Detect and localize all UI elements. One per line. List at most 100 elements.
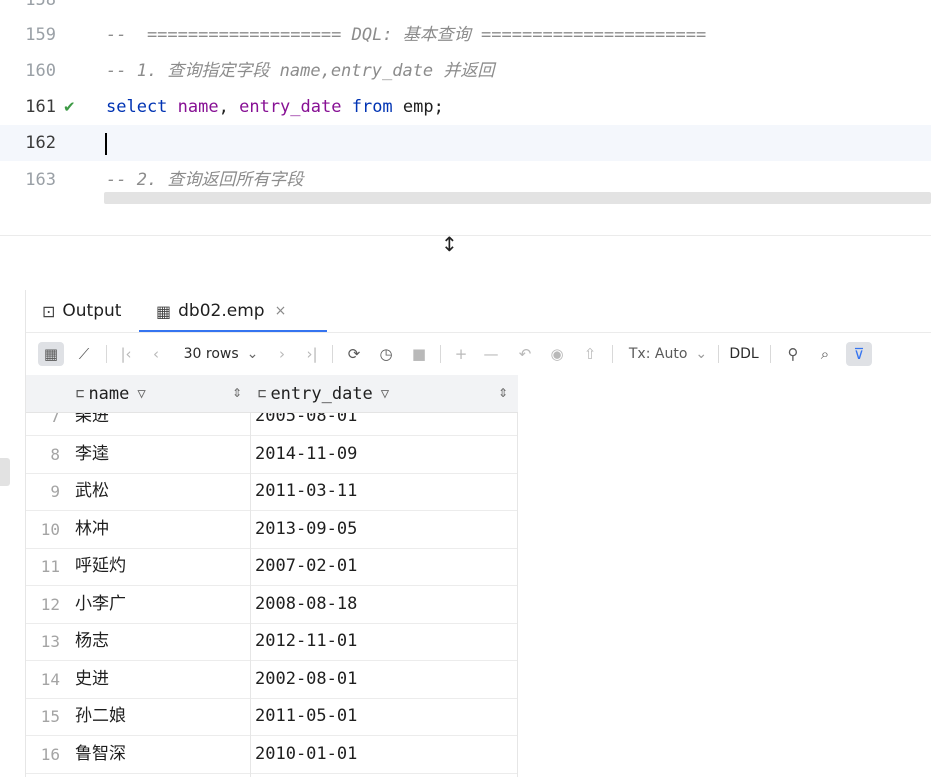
cell-entry-date[interactable]: 2010-01-01: [255, 736, 357, 773]
column-label: name: [88, 383, 130, 404]
first-page-icon[interactable]: |‹: [116, 342, 136, 366]
table-row[interactable]: 8 李逵 2014-11-09: [26, 436, 518, 474]
row-number: 15: [40, 707, 60, 726]
cell-name[interactable]: 孙二娘: [75, 698, 126, 735]
editor-line: 158: [0, 0, 931, 18]
sql-keyword: from: [351, 97, 393, 117]
delete-row-icon[interactable]: —: [480, 342, 502, 366]
cell-name[interactable]: 武松: [75, 473, 109, 510]
table-row[interactable]: 15 孙二娘 2011-05-01: [26, 698, 518, 736]
filter-icon[interactable]: ▽: [137, 386, 145, 402]
table-view-icon[interactable]: ▦: [38, 342, 64, 366]
previous-page-icon[interactable]: ‹: [146, 342, 166, 366]
editor-line-current[interactable]: 162: [0, 125, 931, 161]
cell-entry-date[interactable]: 2002-08-01: [255, 661, 357, 698]
cell-name[interactable]: 李逵: [75, 436, 109, 473]
sql-editor[interactable]: 158 159 -- =================== DQL: 基本查询…: [0, 0, 931, 236]
table-row[interactable]: 13 杨志 2012-11-01: [26, 623, 518, 661]
sql-keyword: select: [106, 97, 168, 117]
toolbar-separator: [718, 345, 719, 363]
table-row[interactable]: 12 小李广 2008-08-18: [26, 586, 518, 624]
sql-table: emp;: [402, 97, 444, 117]
table-row[interactable]: 16 鲁智深 2010-01-01: [26, 736, 518, 774]
row-number: 11: [40, 557, 60, 576]
row-number: 13: [40, 632, 60, 651]
toolbar-separator: [770, 345, 771, 363]
tab-label: Output: [62, 301, 122, 321]
cell-name[interactable]: 杨志: [75, 623, 109, 660]
add-row-icon[interactable]: +: [450, 342, 472, 366]
cell-entry-date[interactable]: 2008-08-18: [255, 586, 357, 623]
transaction-mode-select[interactable]: Tx: Auto ⌄: [622, 342, 714, 366]
cell-entry-date[interactable]: 2014-11-09: [255, 436, 357, 473]
search-icon[interactable]: ⌕: [814, 342, 836, 366]
last-page-icon[interactable]: ›|: [302, 342, 322, 366]
row-number: 12: [40, 595, 60, 614]
tab-label: db02.emp: [178, 301, 265, 321]
cell-name[interactable]: 林冲: [75, 511, 109, 548]
filter-icon[interactable]: ▽: [381, 386, 389, 402]
side-panel-handle[interactable]: [0, 458, 10, 486]
stop-icon[interactable]: ■: [407, 342, 431, 366]
sql-column: name: [177, 97, 219, 117]
column-header-entry-date[interactable]: ⊏ entry_date ▽: [258, 375, 389, 412]
sql-comment[interactable]: -- 1. 查询指定字段 name,entry_date 并返回: [106, 53, 494, 89]
sql-statement[interactable]: select name, entry_date from emp;: [106, 89, 444, 125]
refresh-icon[interactable]: ⟳: [342, 342, 366, 366]
cell-entry-date[interactable]: 2007-02-01: [255, 548, 357, 585]
line-number: 159: [25, 25, 56, 45]
result-grid[interactable]: 7 柴进 2005-08-01 8 李逵 2014-11-09 9 武松 201…: [26, 375, 518, 777]
column-icon: ⊏: [258, 385, 267, 402]
row-number: 8: [50, 445, 60, 464]
row-number: 14: [40, 670, 60, 689]
tab-output[interactable]: ⊡ Output: [42, 290, 121, 332]
cell-name[interactable]: 小李广: [75, 586, 126, 623]
resize-cursor-icon: ↕: [441, 232, 458, 256]
submit-icon[interactable]: ⇧: [579, 342, 601, 366]
pin-icon[interactable]: ⚲: [782, 342, 804, 366]
row-number: 9: [50, 482, 60, 501]
cell-name[interactable]: 鲁智深: [75, 736, 126, 773]
sort-icon[interactable]: ⇕: [498, 375, 508, 412]
editor-divider: [0, 235, 931, 236]
column-header-name[interactable]: ⊏ name ▽: [76, 375, 146, 412]
cell-name[interactable]: 史进: [75, 661, 109, 698]
horizontal-scrollbar[interactable]: [104, 192, 931, 204]
column-divider[interactable]: [517, 375, 518, 777]
line-number: 158: [25, 0, 56, 10]
cell-entry-date[interactable]: 2011-03-11: [255, 473, 357, 510]
check-icon: ✔: [63, 98, 76, 116]
filter-view-icon[interactable]: ⊽: [846, 342, 872, 366]
table-row[interactable]: 11 呼延灼 2007-02-01: [26, 548, 518, 586]
column-icon: ⊏: [76, 385, 85, 402]
cell-name[interactable]: 呼延灼: [75, 548, 126, 585]
history-icon[interactable]: ◷: [374, 342, 398, 366]
cell-entry-date[interactable]: 2013-09-05: [255, 511, 357, 548]
column-divider[interactable]: [250, 375, 251, 777]
row-number: 16: [40, 745, 60, 764]
view-changes-icon[interactable]: ◉: [546, 342, 568, 366]
column-label: entry_date: [270, 383, 373, 404]
revert-icon[interactable]: ↶: [514, 342, 536, 366]
next-page-icon[interactable]: ›: [272, 342, 292, 366]
table-row[interactable]: 9 武松 2011-03-11: [26, 473, 518, 511]
table-row[interactable]: 10 林冲 2013-09-05: [26, 511, 518, 549]
sort-icon[interactable]: ⇕: [232, 375, 242, 412]
editor-line: 161 ✔ select name, entry_date from emp;: [0, 89, 931, 125]
line-number: 161: [25, 97, 56, 117]
table-row[interactable]: 14 史进 2002-08-01: [26, 661, 518, 699]
tab-db02-emp[interactable]: ▦ db02.emp ×: [156, 290, 286, 332]
line-number: 162: [25, 133, 56, 153]
toolbar-separator: [332, 345, 333, 363]
cell-entry-date[interactable]: 2011-05-01: [255, 698, 357, 735]
ddl-button[interactable]: DDL: [726, 342, 762, 366]
text-caret: [105, 133, 107, 155]
page-size-select[interactable]: 30 rows ⌄: [176, 342, 266, 366]
close-icon[interactable]: ×: [275, 303, 287, 319]
cell-entry-date[interactable]: 2012-11-01: [255, 623, 357, 660]
chart-view-icon[interactable]: ⟋: [72, 342, 96, 366]
toolbar-separator: [106, 345, 107, 363]
sql-comment[interactable]: -- =================== DQL: 基本查询 =======…: [106, 17, 706, 53]
toolbar-separator: [440, 345, 441, 363]
table-icon: ▦: [156, 301, 172, 321]
